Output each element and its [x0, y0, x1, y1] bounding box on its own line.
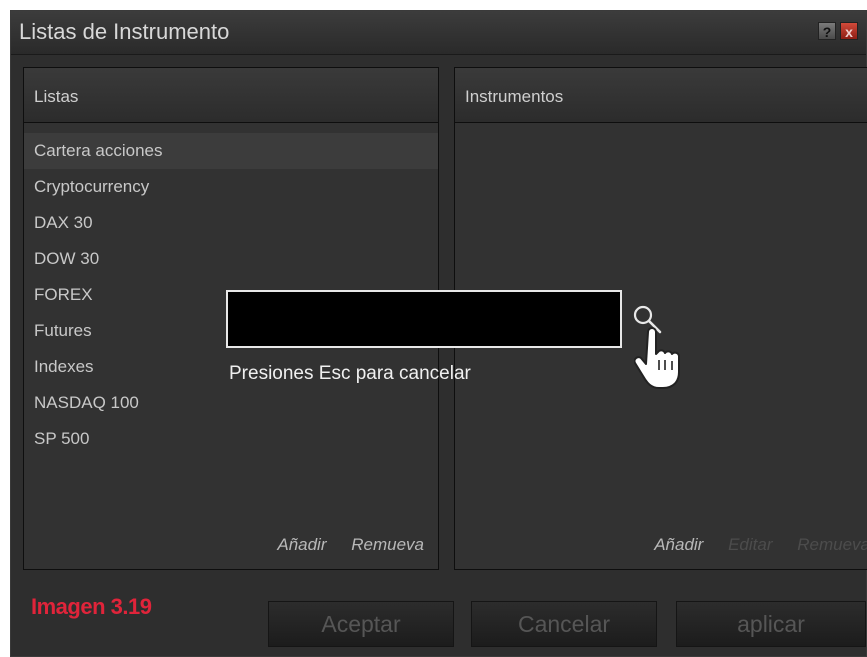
dialog-title: Listas de Instrumento	[19, 19, 230, 44]
edit-instrument-button: Editar	[728, 535, 773, 554]
list-item[interactable]: Cartera acciones	[24, 133, 438, 169]
list-item[interactable]: NASDAQ 100	[24, 385, 438, 421]
add-instrument-button[interactable]: Añadir	[654, 535, 703, 554]
figure-label: Imagen 3.19	[31, 594, 152, 619]
apply-button[interactable]: aplicar	[676, 601, 866, 647]
list-item[interactable]: DOW 30	[24, 241, 438, 277]
hand-pointer-icon	[634, 327, 680, 389]
list-item[interactable]: DAX 30	[24, 205, 438, 241]
cancel-button[interactable]: Cancelar	[471, 601, 657, 647]
list-item[interactable]: SP 500	[24, 421, 438, 457]
remove-list-button[interactable]: Remueva	[351, 535, 424, 554]
list-item[interactable]: Cryptocurrency	[24, 169, 438, 205]
lists-panel-header: Listas	[24, 68, 438, 123]
lists-panel-title: Listas	[34, 87, 79, 106]
accept-button[interactable]: Aceptar	[268, 601, 454, 647]
search-input[interactable]	[226, 290, 622, 348]
instruments-actions: Añadir Editar Remueva	[634, 535, 867, 555]
help-icon[interactable]: ?	[818, 22, 836, 40]
title-bar: Listas de Instrumento ? x	[11, 11, 866, 55]
close-icon[interactable]: x	[840, 22, 858, 40]
add-list-button[interactable]: Añadir	[277, 535, 326, 554]
search-hint: Presiones Esc para cancelar	[229, 363, 471, 384]
instruments-panel-header: Instrumentos	[455, 68, 867, 123]
lists-actions: Añadir Remueva	[257, 535, 424, 555]
remove-instrument-button: Remueva	[797, 535, 867, 554]
instruments-panel-title: Instrumentos	[465, 87, 564, 106]
